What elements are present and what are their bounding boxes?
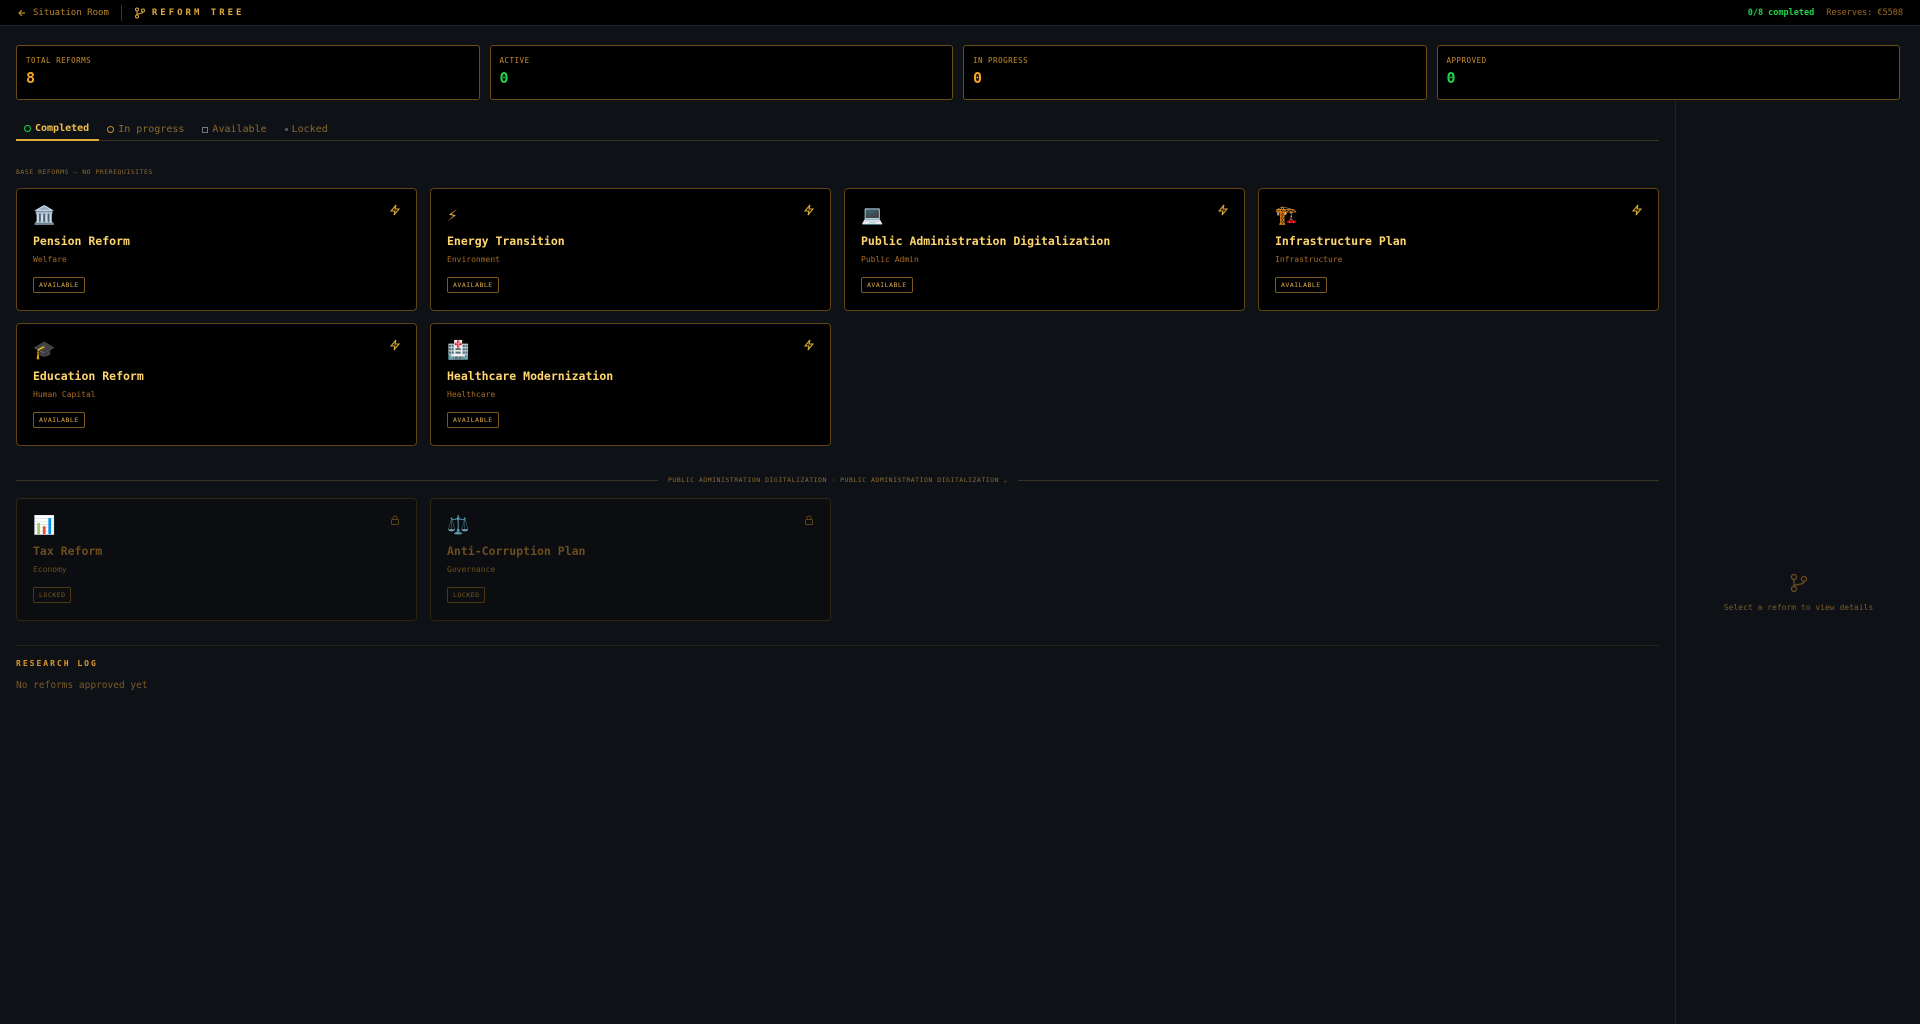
reform-category: Human Capital xyxy=(33,390,96,399)
tab-available[interactable]: Available xyxy=(194,124,276,140)
details-empty-state: Select a reform to view details xyxy=(1676,572,1920,612)
stat-label: TOTAL REFORMS xyxy=(26,56,92,65)
hospital-icon: 🏥 xyxy=(447,340,470,361)
lightning-icon: ⚡ xyxy=(447,205,458,226)
reform-category: Environment xyxy=(447,255,500,264)
top-bar: Situation Room REFORM TREE 0/8 completed… xyxy=(0,0,1920,26)
dependency-label[interactable]: PUBLIC ADMINISTRATION DIGITALIZATION · P… xyxy=(658,476,1018,484)
status-badge: LOCKED xyxy=(447,587,486,603)
tab-locked[interactable]: Locked xyxy=(277,124,338,140)
status-badge: AVAILABLE xyxy=(447,412,499,428)
reform-card-infrastructure[interactable]: 🏗️ Infrastructure Plan Infrastructure AV… xyxy=(1258,188,1659,311)
header-divider xyxy=(120,4,122,21)
reform-card-pension[interactable]: 🏛️ Pension Reform Welfare AVAILABLE xyxy=(16,188,417,311)
reform-title: Energy Transition xyxy=(447,234,565,248)
reform-category: Public Admin xyxy=(861,255,919,264)
crane-icon: 🏗️ xyxy=(1275,205,1298,226)
lock-icon xyxy=(391,515,399,525)
zap-icon xyxy=(1631,204,1643,216)
status-badge: LOCKED xyxy=(33,587,72,603)
stat-in-progress: IN PROGRESS 0 xyxy=(963,45,1427,100)
reform-card-digitalization[interactable]: 💻 Public Administration Digitalization P… xyxy=(844,188,1245,311)
zap-icon xyxy=(803,339,815,351)
reform-category: Infrastructure xyxy=(1275,255,1343,264)
reform-title: Tax Reform xyxy=(33,544,103,558)
tab-label: In progress xyxy=(118,124,185,135)
header-status: 0/8 completed Reserves: €5508 xyxy=(1748,8,1903,18)
tab-label: Completed xyxy=(35,123,90,134)
tab-label: Locked xyxy=(291,124,328,135)
reform-card-anti-corruption[interactable]: ⚖️ Anti-Corruption Plan Governance LOCKE… xyxy=(430,498,831,621)
zap-icon xyxy=(1217,204,1229,216)
stats-row: TOTAL REFORMS 8 ACTIVE 0 IN PROGRESS 0 A… xyxy=(16,45,1900,100)
stat-value: 8 xyxy=(26,69,36,87)
stat-active: ACTIVE 0 xyxy=(489,45,953,100)
reform-category: Welfare xyxy=(33,255,67,264)
reform-category: Governance xyxy=(447,565,496,574)
stat-label: ACTIVE xyxy=(499,56,530,65)
clock-icon xyxy=(107,126,115,133)
tab-in-progress[interactable]: In progress xyxy=(99,124,194,140)
status-badge: AVAILABLE xyxy=(861,277,913,293)
reform-title: Healthcare Modernization xyxy=(447,369,614,383)
graduation-cap-icon: 🎓 xyxy=(33,340,56,361)
reform-category: Economy xyxy=(33,565,67,574)
reform-card-education[interactable]: 🎓 Education Reform Human Capital AVAILAB… xyxy=(16,323,417,446)
status-badge: AVAILABLE xyxy=(447,277,499,293)
base-section-label: BASE REFORMS — NO PREREQUISITES xyxy=(16,168,153,176)
arrow-left-icon xyxy=(18,9,25,16)
tab-completed[interactable]: Completed xyxy=(16,123,100,141)
zap-icon xyxy=(389,204,401,216)
check-circle-icon xyxy=(24,125,31,132)
research-log-divider xyxy=(16,645,1659,646)
reform-title: Public Administration Digitalization xyxy=(861,234,1111,248)
reform-title: Infrastructure Plan xyxy=(1275,234,1407,248)
zap-icon xyxy=(803,204,815,216)
app-title-group: REFORM TREE xyxy=(134,7,245,19)
reform-title: Education Reform xyxy=(33,369,144,383)
status-badge: AVAILABLE xyxy=(1275,277,1327,293)
stat-label: IN PROGRESS xyxy=(973,56,1029,65)
details-empty-text: Select a reform to view details xyxy=(1723,603,1874,612)
dot-icon xyxy=(284,128,288,131)
completed-count: 0/8 completed xyxy=(1747,7,1815,18)
stat-value: 0 xyxy=(499,69,509,87)
git-branch-icon xyxy=(1790,573,1807,593)
bank-icon: 🏛️ xyxy=(33,205,56,226)
stat-value: 0 xyxy=(1446,69,1456,87)
stat-label: APPROVED xyxy=(1446,56,1487,65)
main-content: Completed In progress Available Locked xyxy=(16,100,1659,141)
zap-icon xyxy=(389,339,401,351)
stat-approved: APPROVED 0 xyxy=(1436,45,1900,100)
page-title: REFORM TREE xyxy=(151,7,245,18)
research-log-empty: No reforms approved yet xyxy=(16,680,148,691)
square-icon xyxy=(202,126,209,133)
reform-title: Pension Reform xyxy=(33,234,130,248)
stat-value: 0 xyxy=(973,69,983,87)
scales-icon: ⚖️ xyxy=(447,515,470,536)
reform-card-energy[interactable]: ⚡ Energy Transition Environment AVAILABL… xyxy=(430,188,831,311)
details-panel: Select a reform to view details xyxy=(1675,100,1920,1024)
laptop-icon: 💻 xyxy=(861,205,884,226)
lock-icon xyxy=(805,515,813,525)
bar-chart-icon: 📊 xyxy=(33,515,56,536)
filter-tabs: Completed In progress Available Locked xyxy=(16,100,1659,141)
back-label: Situation Room xyxy=(33,7,109,18)
tab-label: Available xyxy=(212,124,267,135)
reserves-amount: Reserves: €5508 xyxy=(1826,7,1903,18)
git-branch-icon xyxy=(134,7,145,18)
status-badge: AVAILABLE xyxy=(33,277,85,293)
reform-title: Anti-Corruption Plan xyxy=(447,544,586,558)
status-badge: AVAILABLE xyxy=(33,412,85,428)
reform-card-tax[interactable]: 📊 Tax Reform Economy LOCKED xyxy=(16,498,417,621)
back-to-situation-room-link[interactable]: Situation Room xyxy=(17,8,109,18)
research-log-title: RESEARCH LOG xyxy=(16,659,98,668)
reform-card-healthcare[interactable]: 🏥 Healthcare Modernization Healthcare AV… xyxy=(430,323,831,446)
stat-total-reforms: TOTAL REFORMS 8 xyxy=(16,45,480,100)
reform-category: Healthcare xyxy=(447,390,496,399)
